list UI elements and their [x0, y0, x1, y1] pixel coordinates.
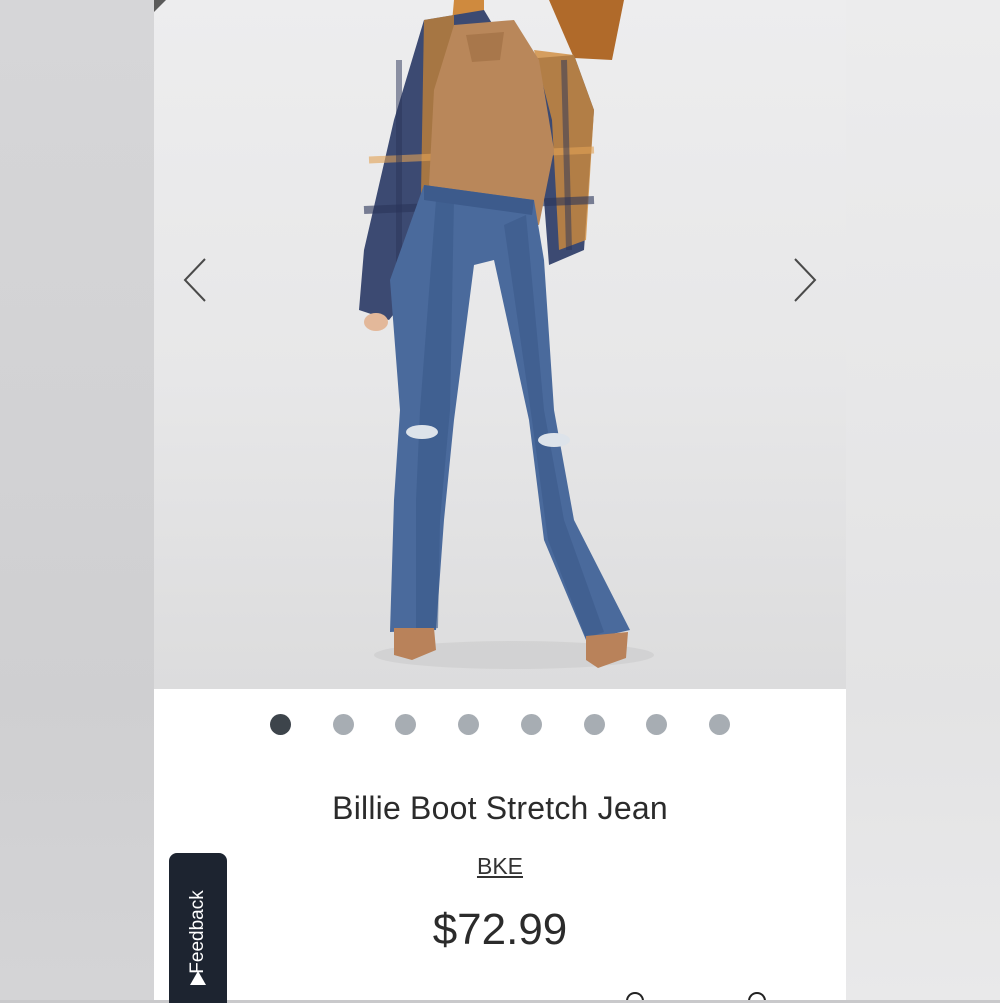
pagination-dot-8[interactable] — [708, 714, 730, 735]
triangle-up-icon — [190, 971, 206, 985]
product-price: $72.99 — [432, 905, 568, 954]
product-image-gallery[interactable] — [154, 0, 846, 689]
pagination-dot-4[interactable] — [458, 714, 480, 735]
feedback-button[interactable]: Feedback — [169, 853, 227, 1003]
brand-link[interactable]: BKE — [477, 853, 523, 879]
chevron-right-icon — [794, 258, 817, 302]
product-title: Billie Boot Stretch Jean — [332, 790, 668, 826]
pagination-dot-7[interactable] — [646, 714, 668, 735]
previous-image-button[interactable] — [170, 255, 220, 305]
next-image-button[interactable] — [780, 255, 830, 305]
background-right-panel — [846, 0, 1000, 1000]
pagination-dot-1[interactable] — [270, 714, 292, 735]
feedback-label: Feedback — [187, 890, 208, 974]
partial-icon-left — [626, 992, 644, 1000]
partial-icon-right — [748, 992, 766, 1000]
chevron-left-icon — [183, 258, 206, 302]
product-page: Billie Boot Stretch Jean BKE $72.99 — [154, 0, 846, 1000]
pagination-dot-6[interactable] — [583, 714, 605, 735]
pagination-dot-3[interactable] — [395, 714, 417, 735]
corner-mark — [154, 0, 166, 12]
pagination-dot-2[interactable] — [332, 714, 354, 735]
background-left-panel — [0, 0, 154, 1000]
pagination-dot-5[interactable] — [520, 714, 542, 735]
gallery-pagination — [154, 714, 846, 736]
product-image — [359, 0, 654, 669]
product-brand: BKE — [154, 853, 846, 880]
